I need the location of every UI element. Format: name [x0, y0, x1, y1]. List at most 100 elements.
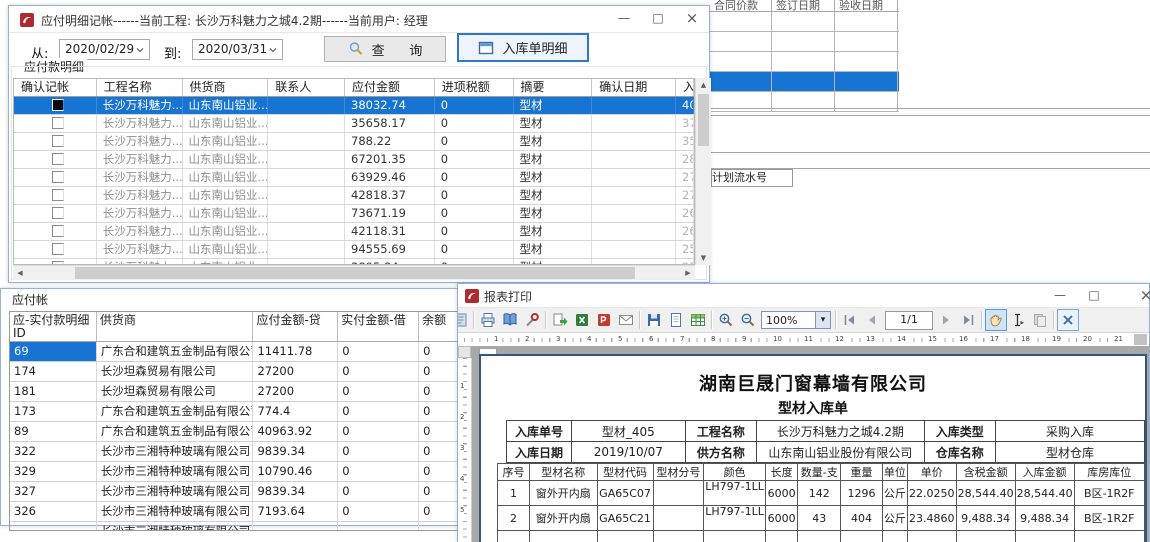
w3-titlebar[interactable]: 报表打印 — □ × — [458, 284, 1149, 308]
w1-vertical-scrollbar[interactable]: ▲ ▼ — [695, 78, 711, 265]
confirm-checkbox[interactable] — [52, 243, 64, 255]
w1-column-header[interactable]: 工程名称 — [97, 79, 183, 96]
w1-column-header[interactable]: 确认记帐 — [14, 79, 97, 96]
payable-table-row[interactable]: 长沙万科魅力...山东南山铝业...35658.170型材376 — [14, 115, 694, 133]
confirm-checkbox[interactable] — [52, 189, 64, 201]
payable-account-row[interactable]: 173广东合和建筑五金制品有限公司774.400 — [10, 402, 458, 422]
confirm-checkbox[interactable] — [52, 99, 64, 111]
w2-cell: 0 — [419, 482, 458, 501]
stockin-detail-button[interactable]: 入库单明细 — [457, 33, 589, 62]
w3-maximize-button[interactable]: □ — [1077, 284, 1111, 307]
zoom-level-combo[interactable]: 100%▾ — [761, 311, 831, 329]
confirm-checkbox[interactable] — [52, 117, 64, 129]
save-button[interactable] — [643, 309, 665, 331]
confirm-checkbox[interactable] — [52, 135, 64, 147]
w2-column-header[interactable]: 实付金额-借 — [338, 312, 419, 341]
w1-cell: 94555.69 — [345, 241, 435, 258]
payable-account-row[interactable]: 长沙市三湘特种玻璃有限公司 — [10, 522, 458, 530]
clipped-report-button[interactable] — [458, 309, 471, 331]
w1-cell: 0 — [435, 115, 514, 132]
payable-account-row[interactable]: 174长沙坦森贸易有限公司2720000 — [10, 362, 458, 382]
grid-button[interactable] — [687, 309, 709, 331]
payable-table-row[interactable]: 长沙万科魅力...山东南山铝业...42118.310型材265 — [14, 223, 694, 241]
nav-last-button[interactable] — [957, 309, 979, 331]
w1-close-button[interactable]: × — [675, 6, 709, 31]
from-date-combo[interactable]: 2020/02/29 — [59, 39, 150, 60]
scroll-left-arrow[interactable]: ◀ — [13, 266, 27, 280]
background-table-row[interactable] — [710, 92, 899, 112]
printer-button[interactable] — [477, 309, 499, 331]
w2-column-header[interactable]: 应付金额-贷 — [253, 312, 338, 341]
payable-table-row[interactable]: 长沙万科魅力...山东南山铝业...38032.740型材405 — [14, 97, 694, 115]
payable-table-row[interactable]: 长沙万科魅力...山东南山铝业...42818.370型材275 — [14, 187, 694, 205]
report-preview-area[interactable]: 12345 湖南巨晟门窗幕墙有限公司 型材入库单 入库单号型材_405工程名称长… — [458, 346, 1149, 542]
background-table-row[interactable] — [710, 72, 899, 92]
payable-account-row[interactable]: 326长沙市三湘特种玻璃有限公司7193.6400 — [10, 502, 458, 522]
w1-cell: 山东南山铝业... — [183, 115, 269, 132]
w1-column-header[interactable]: 联系人 — [268, 79, 345, 96]
pdf-button[interactable] — [593, 309, 615, 331]
nav-next-button[interactable] — [935, 309, 957, 331]
nav-first-button[interactable] — [839, 309, 861, 331]
payable-account-row[interactable]: 322长沙市三湘特种玻璃有限公司9839.3400 — [10, 442, 458, 462]
payable-table-row[interactable]: 长沙万科魅力...山东南山铝业...67201.350型材283 — [14, 151, 694, 169]
page-button[interactable] — [665, 309, 687, 331]
export-button[interactable] — [549, 309, 571, 331]
w1-cell: 山东南山铝业... — [183, 133, 269, 150]
w1-column-header[interactable]: 供货商 — [183, 79, 269, 96]
to-date-combo[interactable]: 2020/03/31 — [192, 39, 283, 60]
zoom-out-button[interactable] — [737, 309, 759, 331]
w1-column-header[interactable]: 确认日期 — [592, 79, 676, 96]
payable-table-row[interactable]: 长沙万科魅力...山东南山铝业...788.220型材358 — [14, 133, 694, 151]
payable-account-row[interactable]: 329长沙市三湘特种玻璃有限公司10790.4600 — [10, 462, 458, 482]
w1-vscroll-thumb[interactable] — [698, 94, 709, 146]
close-x-button[interactable] — [1057, 309, 1079, 331]
confirm-checkbox[interactable] — [52, 153, 64, 165]
payable-table-row[interactable]: 长沙万科魅力...山东南山铝业...73671.190型材266 — [14, 205, 694, 223]
payable-account-row[interactable]: 89广东合和建筑五金制品有限公司40963.9200 — [10, 422, 458, 442]
scroll-down-arrow[interactable]: ▼ — [696, 251, 711, 265]
payable-account-row[interactable]: 327长沙市三湘特种玻璃有限公司9839.3400 — [10, 482, 458, 502]
w3-minimize-button[interactable]: — — [1043, 284, 1077, 307]
w1-maximize-button[interactable]: □ — [641, 6, 675, 31]
page-number-box[interactable]: 1/1 — [885, 311, 933, 330]
background-table-row[interactable] — [710, 52, 899, 72]
payable-table-row[interactable]: 长沙万科魅力...山东南山铝业...94555.690型材251 — [14, 241, 694, 259]
scroll-up-arrow[interactable]: ▲ — [696, 78, 711, 92]
payable-account-row[interactable]: 69广东合和建筑五金制品有限公司11411.7800 — [10, 342, 458, 362]
w1-titlebar[interactable]: 应付明细记帐------当前工程: 长沙万科魅力之城4.2期------当前用户… — [9, 6, 709, 33]
w3-close-button[interactable]: × — [1129, 284, 1150, 307]
w1-column-header[interactable]: 应付金额 — [345, 79, 435, 96]
w2-column-header[interactable]: 余额 — [419, 312, 458, 341]
excel-button[interactable] — [571, 309, 593, 331]
nav-prev-button[interactable] — [861, 309, 883, 331]
w2-column-header[interactable]: 应-实付款明细ID — [10, 312, 97, 341]
payable-account-row[interactable]: 181长沙坦森贸易有限公司2720000 — [10, 382, 458, 402]
zoom-in-button[interactable] — [715, 309, 737, 331]
payable-table-row[interactable]: 长沙万科魅力...山东南山铝业...63929.460型材276 — [14, 169, 694, 187]
tools-button[interactable] — [521, 309, 543, 331]
ruler-number: 1 — [493, 335, 499, 343]
mail-button[interactable] — [615, 309, 637, 331]
confirm-checkbox[interactable] — [52, 225, 64, 237]
ibeam-button[interactable] — [1007, 309, 1029, 331]
w1-column-header[interactable]: 入库 — [676, 79, 694, 96]
confirm-cell — [14, 169, 97, 186]
w1-hscroll-thumb[interactable] — [75, 267, 635, 279]
confirm-checkbox[interactable] — [52, 171, 64, 183]
ruler-number: 12 — [834, 335, 845, 343]
w1-column-header[interactable]: 进项税额 — [435, 79, 514, 96]
w1-horizontal-scrollbar[interactable]: ◀ ▶ — [13, 265, 695, 280]
hand-button[interactable] — [985, 309, 1007, 331]
book-button[interactable] — [499, 309, 521, 331]
background-table-row[interactable] — [710, 32, 899, 52]
w1-column-header[interactable]: 摘要 — [514, 79, 593, 96]
confirm-checkbox[interactable] — [52, 207, 64, 219]
scroll-right-arrow[interactable]: ▶ — [681, 266, 695, 280]
zoom-combo-dropdown-arrow[interactable]: ▾ — [815, 312, 830, 328]
copy-button[interactable] — [1029, 309, 1051, 331]
w2-column-header[interactable]: 供货商 — [97, 312, 254, 341]
query-button[interactable]: 查 询 — [324, 36, 446, 62]
background-table-row[interactable] — [710, 12, 899, 32]
w1-minimize-button[interactable]: — — [607, 6, 641, 31]
